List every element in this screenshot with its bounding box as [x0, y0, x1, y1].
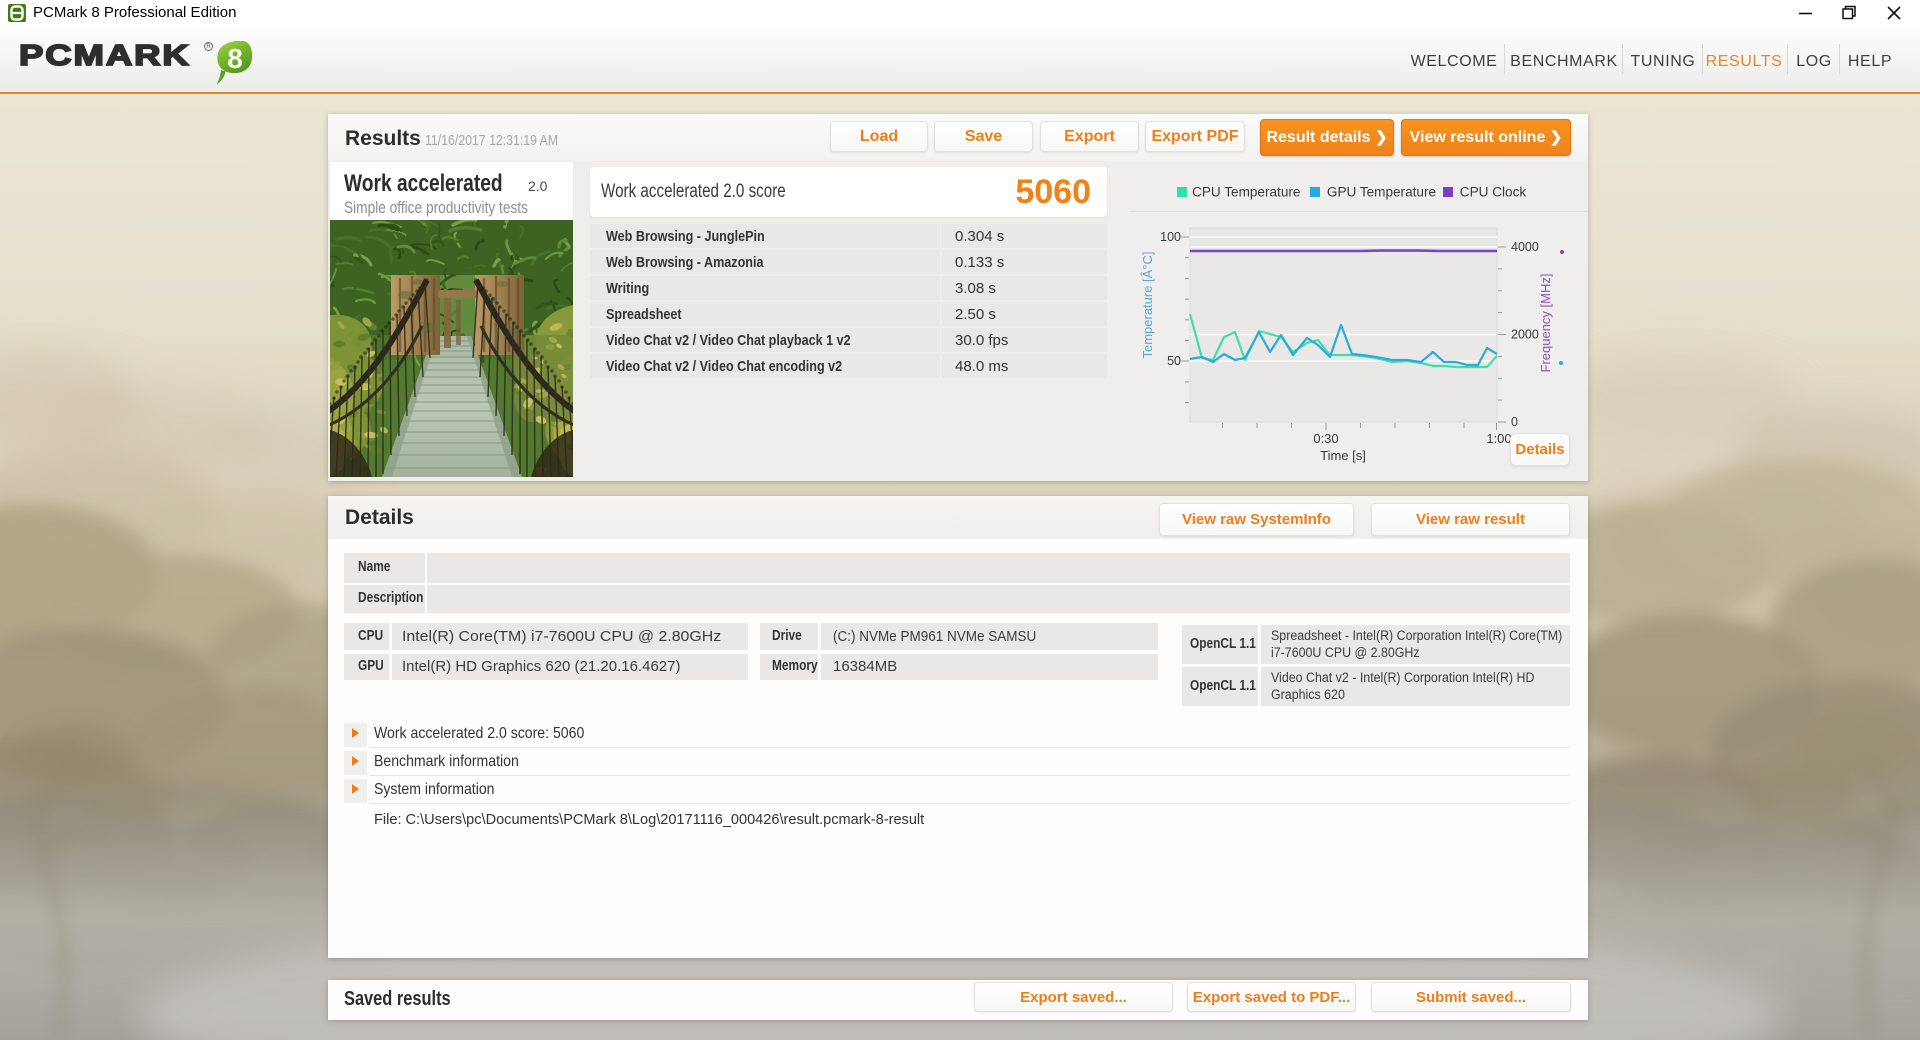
svg-text:1:00: 1:00 [1486, 431, 1511, 446]
svg-text:0:30: 0:30 [1313, 431, 1338, 446]
svg-text:CPU Clock: CPU Clock [1460, 184, 1526, 199]
svg-text:Frequency [MHz]: Frequency [MHz] [1538, 274, 1553, 373]
svg-text:Time [s]: Time [s] [1320, 448, 1366, 463]
svg-text:0: 0 [1511, 415, 1518, 429]
svg-text:Temperature [Â°C]: Temperature [Â°C] [1140, 251, 1155, 358]
svg-text:100: 100 [1160, 230, 1181, 244]
svg-text:CPU Temperature: CPU Temperature [1192, 184, 1301, 199]
svg-text:8: 8 [227, 43, 243, 74]
svg-text:GPU Temperature: GPU Temperature [1327, 184, 1436, 199]
svg-text:4000: 4000 [1511, 240, 1539, 254]
svg-text:50: 50 [1167, 354, 1181, 368]
svg-text:2000: 2000 [1511, 328, 1539, 342]
